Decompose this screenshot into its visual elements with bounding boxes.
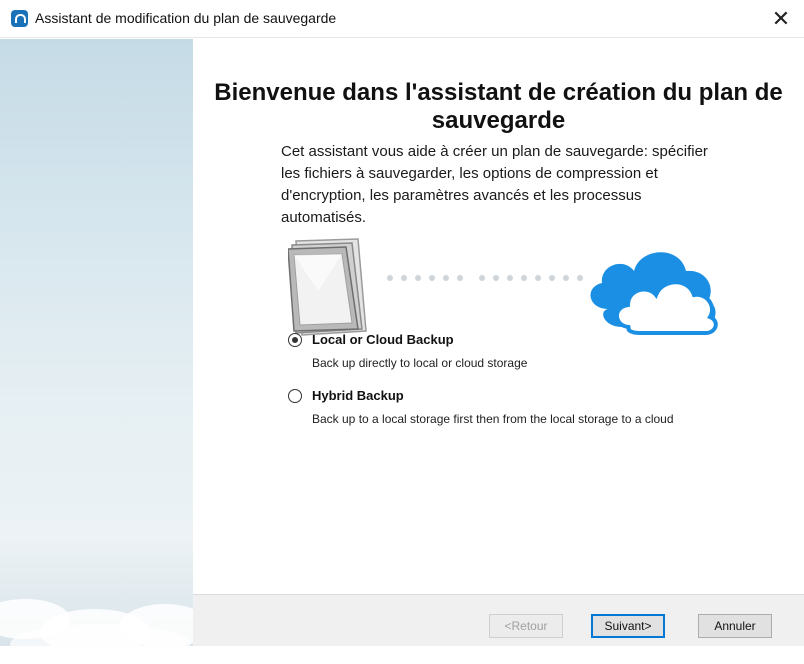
intro-text: Cet assistant vous aide à créer un plan …: [281, 143, 708, 226]
cancel-button[interactable]: Annuler: [698, 614, 772, 638]
backup-illustration: [288, 238, 718, 336]
option-label: Hybrid Backup: [312, 388, 404, 403]
sidebar-sky-image: [0, 39, 210, 664]
connection-dots: [387, 275, 583, 281]
title-bar: Assistant de modification du plan de sau…: [0, 0, 804, 38]
option-description: Back up to a local storage first then fr…: [312, 412, 674, 426]
documents-stack-icon: [288, 238, 367, 336]
close-button[interactable]: ✕: [758, 0, 804, 38]
window-title: Assistant de modification du plan de sau…: [35, 10, 337, 26]
option-label: Local or Cloud Backup: [312, 332, 454, 347]
app-logo-icon: [11, 10, 28, 27]
page-title: Bienvenue dans l'assistant de création d…: [214, 79, 783, 134]
hybrid-radio[interactable]: [288, 389, 302, 403]
wizard-footer: <Retour Suivant> Annuler: [193, 594, 804, 646]
next-button[interactable]: Suivant>: [591, 614, 665, 638]
back-button[interactable]: <Retour: [489, 614, 563, 638]
local-cloud-radio[interactable]: [288, 333, 302, 347]
cloud-icon: [590, 252, 718, 335]
option-description: Back up directly to local or cloud stora…: [312, 356, 528, 370]
wizard-content: Bienvenue dans l'assistant de création d…: [193, 39, 804, 594]
